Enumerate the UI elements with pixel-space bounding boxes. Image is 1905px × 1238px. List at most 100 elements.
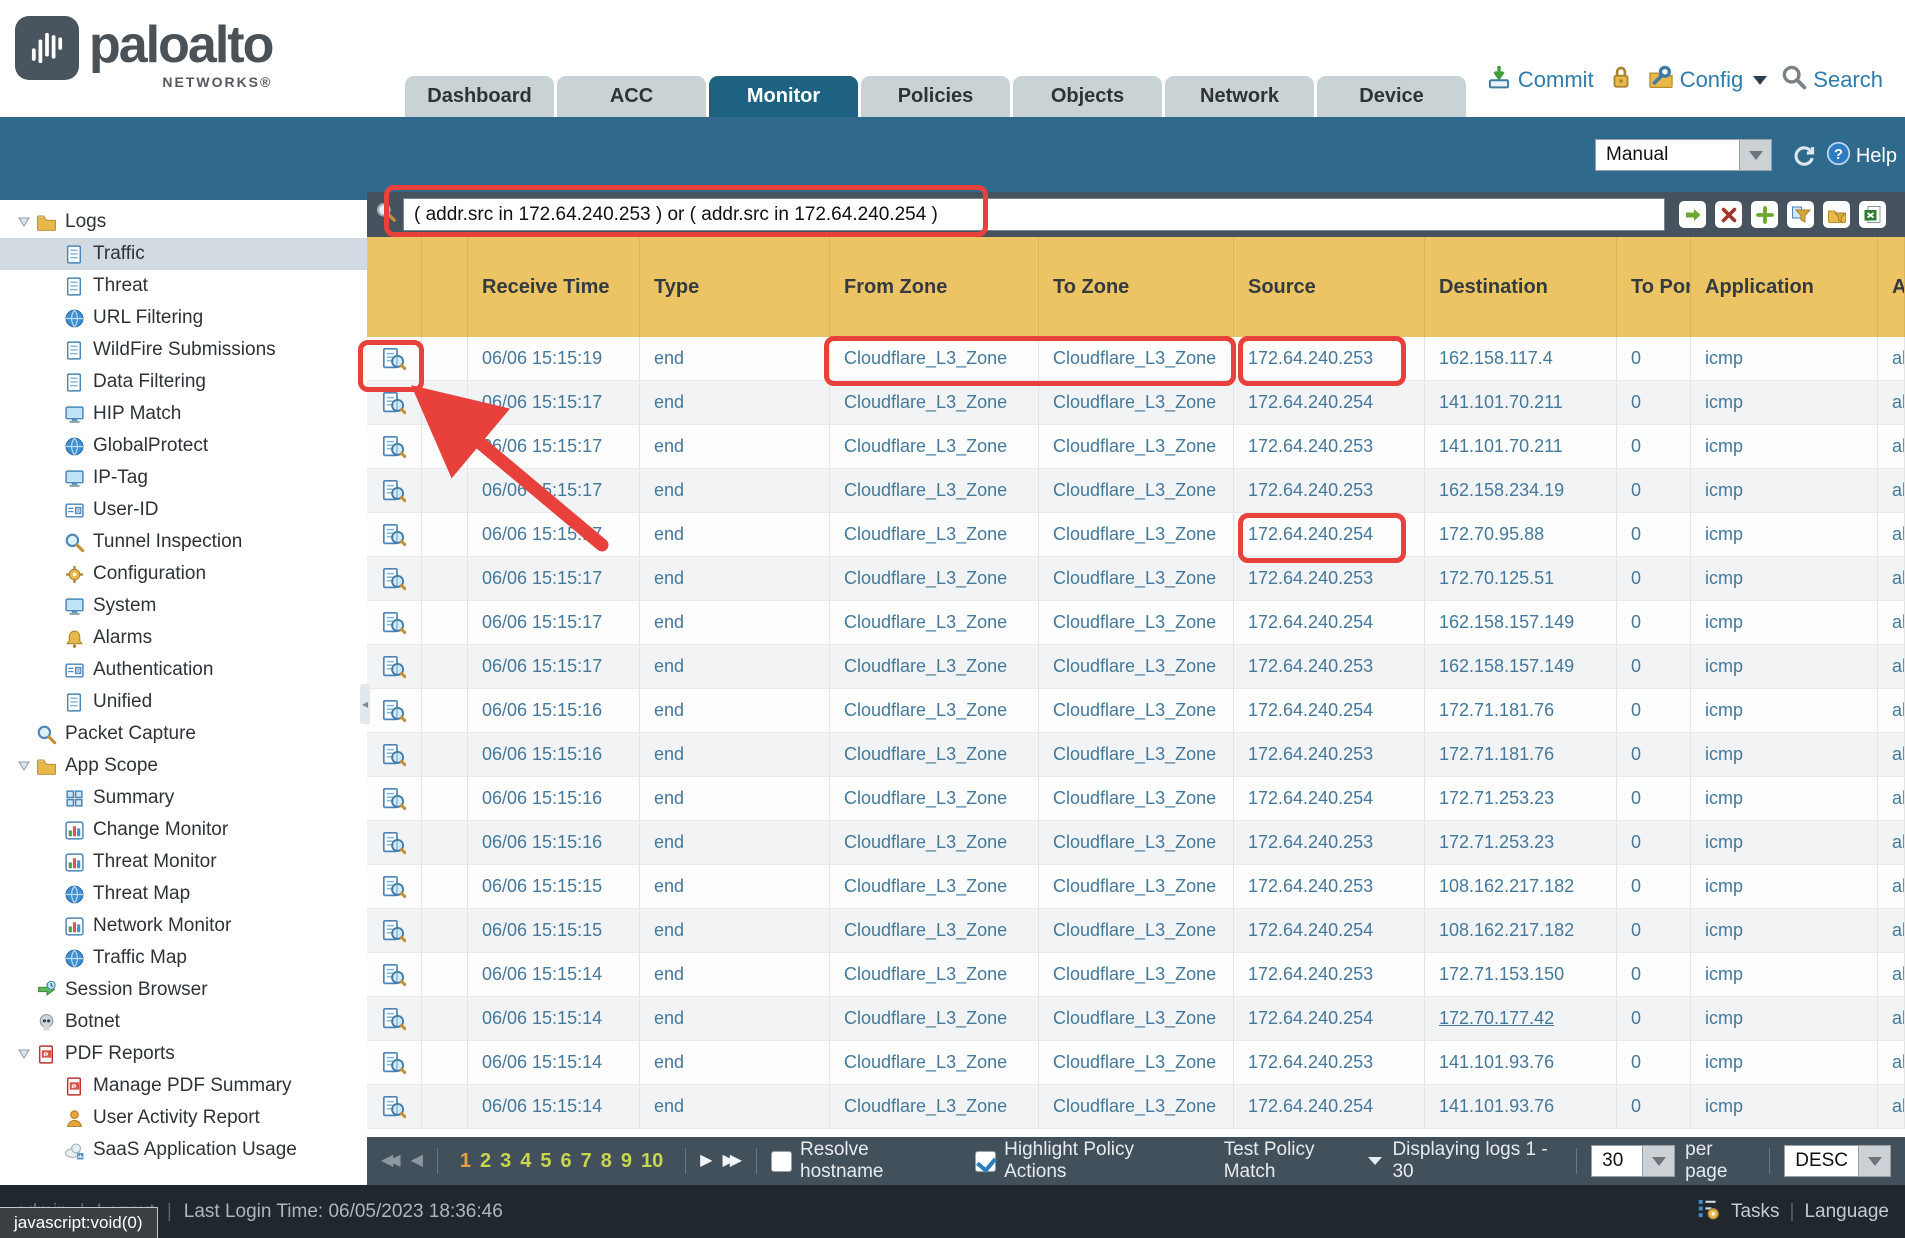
cell-to-zone[interactable]: Cloudflare_L3_Zone bbox=[1039, 337, 1234, 380]
cell-to-zone[interactable]: Cloudflare_L3_Zone bbox=[1039, 601, 1234, 644]
cell-receive-time[interactable]: 06/06 15:15:17 bbox=[468, 557, 640, 600]
per-page-dropdown-button[interactable] bbox=[1643, 1145, 1675, 1177]
cell-application[interactable]: icmp bbox=[1691, 513, 1878, 556]
cell-application[interactable]: icmp bbox=[1691, 557, 1878, 600]
tab-device[interactable]: Device bbox=[1317, 76, 1466, 117]
highlight-policy-actions-checkbox[interactable] bbox=[975, 1151, 996, 1172]
cell-to-zone[interactable]: Cloudflare_L3_Zone bbox=[1039, 909, 1234, 952]
cell-source[interactable]: 172.64.240.254 bbox=[1234, 513, 1425, 556]
cell-to-zone[interactable]: Cloudflare_L3_Zone bbox=[1039, 953, 1234, 996]
cell-application[interactable]: icmp bbox=[1691, 337, 1878, 380]
cell-destination[interactable]: 172.71.253.23 bbox=[1425, 821, 1617, 864]
cell-to-zone[interactable]: Cloudflare_L3_Zone bbox=[1039, 865, 1234, 908]
cell-destination[interactable]: 172.71.253.23 bbox=[1425, 777, 1617, 820]
cell-receive-time[interactable]: 06/06 15:15:16 bbox=[468, 821, 640, 864]
sidebar-item-traffic-map[interactable]: Traffic Map bbox=[0, 942, 367, 974]
sidebar-item-globalprotect[interactable]: GlobalProtect bbox=[0, 430, 367, 462]
sidebar-item-logs[interactable]: Logs bbox=[0, 206, 367, 238]
cell-type[interactable]: end bbox=[640, 733, 830, 776]
log-detail-button[interactable] bbox=[367, 821, 422, 864]
log-detail-button[interactable] bbox=[367, 337, 422, 380]
cell-source[interactable]: 172.64.240.253 bbox=[1234, 821, 1425, 864]
config-button[interactable]: Config bbox=[1648, 64, 1768, 96]
cell-destination[interactable]: 172.71.181.76 bbox=[1425, 689, 1617, 732]
sidebar-item-packet-capture[interactable]: Packet Capture bbox=[0, 718, 367, 750]
cell-source[interactable]: 172.64.240.253 bbox=[1234, 953, 1425, 996]
load-filter-icon[interactable] bbox=[1823, 201, 1850, 228]
cell-receive-time[interactable]: 06/06 15:15:16 bbox=[468, 733, 640, 776]
cell-application[interactable]: icmp bbox=[1691, 689, 1878, 732]
column-header-source[interactable]: Source bbox=[1234, 237, 1425, 337]
cell-action[interactable]: allow bbox=[1878, 381, 1905, 424]
cell-application[interactable]: icmp bbox=[1691, 777, 1878, 820]
cell-to-zone[interactable]: Cloudflare_L3_Zone bbox=[1039, 821, 1234, 864]
refresh-mode-dropdown-button[interactable] bbox=[1740, 139, 1772, 171]
sidebar-item-threat-monitor[interactable]: Threat Monitor bbox=[0, 846, 367, 878]
resolve-hostname-checkbox[interactable] bbox=[771, 1151, 792, 1172]
cell-destination[interactable]: 141.101.93.76 bbox=[1425, 1085, 1617, 1128]
cell-to-port[interactable]: 0 bbox=[1617, 469, 1691, 512]
cell-type[interactable]: end bbox=[640, 1041, 830, 1084]
cell-to-port[interactable]: 0 bbox=[1617, 865, 1691, 908]
cell-to-port[interactable]: 0 bbox=[1617, 733, 1691, 776]
log-detail-button[interactable] bbox=[367, 865, 422, 908]
search-button[interactable]: Search bbox=[1781, 64, 1883, 96]
cell-application[interactable]: icmp bbox=[1691, 469, 1878, 512]
sort-order-value[interactable]: DESC bbox=[1784, 1145, 1859, 1177]
cell-from-zone[interactable]: Cloudflare_L3_Zone bbox=[830, 469, 1039, 512]
cell-source[interactable]: 172.64.240.254 bbox=[1234, 1085, 1425, 1128]
cell-source[interactable]: 172.64.240.254 bbox=[1234, 381, 1425, 424]
tab-policies[interactable]: Policies bbox=[861, 76, 1010, 117]
cell-source[interactable]: 172.64.240.253 bbox=[1234, 425, 1425, 468]
refresh-mode-select[interactable]: Manual bbox=[1595, 139, 1772, 171]
cell-receive-time[interactable]: 06/06 15:15:19 bbox=[468, 337, 640, 380]
cell-to-port[interactable]: 0 bbox=[1617, 645, 1691, 688]
sidebar-item-threat-map[interactable]: Threat Map bbox=[0, 878, 367, 910]
cell-to-zone[interactable]: Cloudflare_L3_Zone bbox=[1039, 689, 1234, 732]
cell-to-port[interactable]: 0 bbox=[1617, 557, 1691, 600]
sidebar-item-tunnel-inspection[interactable]: Tunnel Inspection bbox=[0, 526, 367, 558]
cell-receive-time[interactable]: 06/06 15:15:16 bbox=[468, 689, 640, 732]
cell-destination[interactable]: 108.162.217.182 bbox=[1425, 865, 1617, 908]
sidebar-item-app-scope[interactable]: App Scope bbox=[0, 750, 367, 782]
cell-action[interactable]: allow bbox=[1878, 601, 1905, 644]
cell-type[interactable]: end bbox=[640, 997, 830, 1040]
cell-application[interactable]: icmp bbox=[1691, 909, 1878, 952]
cell-receive-time[interactable]: 06/06 15:15:17 bbox=[468, 425, 640, 468]
log-detail-button[interactable] bbox=[367, 557, 422, 600]
commit-button[interactable]: Commit bbox=[1486, 64, 1594, 96]
cell-to-port[interactable]: 0 bbox=[1617, 381, 1691, 424]
previous-page-button[interactable]: ◀ bbox=[411, 1153, 423, 1169]
cell-from-zone[interactable]: Cloudflare_L3_Zone bbox=[830, 953, 1039, 996]
cell-from-zone[interactable]: Cloudflare_L3_Zone bbox=[830, 909, 1039, 952]
sidebar-item-saas-application-usage[interactable]: SaaS Application Usage bbox=[0, 1134, 367, 1166]
cell-action[interactable]: allow bbox=[1878, 513, 1905, 556]
expander-icon[interactable] bbox=[12, 1049, 36, 1059]
cell-application[interactable]: icmp bbox=[1691, 425, 1878, 468]
cell-type[interactable]: end bbox=[640, 689, 830, 732]
clear-filter-icon[interactable] bbox=[1715, 201, 1742, 228]
cell-destination[interactable]: 141.101.93.76 bbox=[1425, 1041, 1617, 1084]
cell-to-port[interactable]: 0 bbox=[1617, 425, 1691, 468]
cell-from-zone[interactable]: Cloudflare_L3_Zone bbox=[830, 381, 1039, 424]
cell-to-port[interactable]: 0 bbox=[1617, 777, 1691, 820]
lock-icon[interactable] bbox=[1608, 64, 1634, 96]
save-filter-icon[interactable] bbox=[1787, 201, 1814, 228]
sidebar-item-system[interactable]: System bbox=[0, 590, 367, 622]
cell-application[interactable]: icmp bbox=[1691, 601, 1878, 644]
sidebar-item-url-filtering[interactable]: URL Filtering bbox=[0, 302, 367, 334]
cell-receive-time[interactable]: 06/06 15:15:17 bbox=[468, 381, 640, 424]
per-page-select[interactable]: 30 bbox=[1591, 1145, 1675, 1177]
export-icon[interactable] bbox=[1859, 201, 1886, 228]
cell-type[interactable]: end bbox=[640, 381, 830, 424]
cell-from-zone[interactable]: Cloudflare_L3_Zone bbox=[830, 865, 1039, 908]
sidebar-item-wildfire-submissions[interactable]: WildFire Submissions bbox=[0, 334, 367, 366]
cell-type[interactable]: end bbox=[640, 645, 830, 688]
sidebar-item-ip-tag[interactable]: IP-Tag bbox=[0, 462, 367, 494]
cell-from-zone[interactable]: Cloudflare_L3_Zone bbox=[830, 425, 1039, 468]
cell-source[interactable]: 172.64.240.253 bbox=[1234, 557, 1425, 600]
expander-icon[interactable] bbox=[12, 217, 36, 227]
cell-receive-time[interactable]: 06/06 15:15:14 bbox=[468, 1041, 640, 1084]
tab-dashboard[interactable]: Dashboard bbox=[405, 76, 554, 117]
cell-action[interactable]: allow bbox=[1878, 1085, 1905, 1128]
